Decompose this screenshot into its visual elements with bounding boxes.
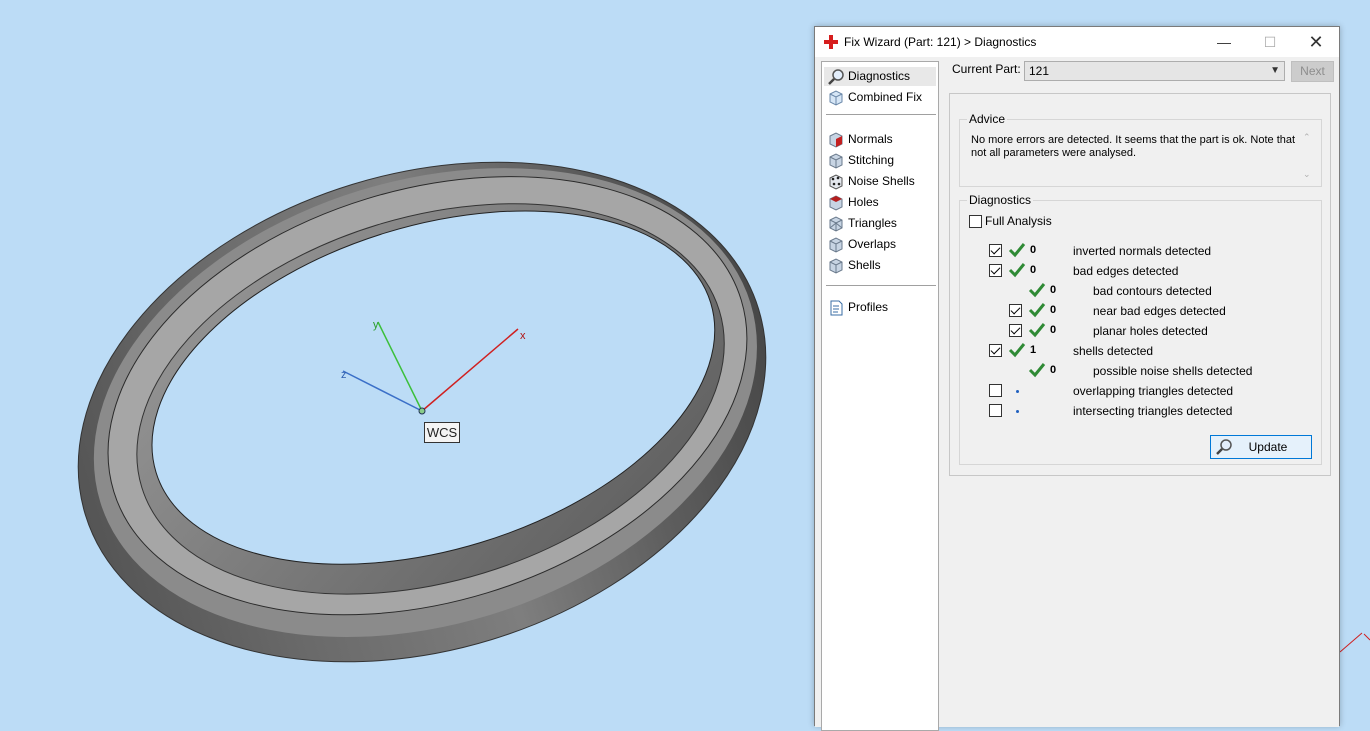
current-part-label: Current Part: <box>952 62 1021 76</box>
red-cross-icon <box>824 35 838 49</box>
pending-dot-icon <box>1016 410 1019 413</box>
pending-dot-icon <box>1016 390 1019 393</box>
cube-icon <box>829 90 843 106</box>
check-icon <box>1028 303 1046 318</box>
nav-item-diagnostics[interactable]: Diagnostics <box>824 67 936 86</box>
advice-title: Advice <box>967 112 1008 126</box>
row-label: overlapping triangles detected <box>1073 384 1234 398</box>
title-bar[interactable]: Fix Wizard (Part: 121) > Diagnostics — ☐… <box>815 27 1339 57</box>
y-axis-label: y <box>373 319 379 331</box>
scroll-down-icon[interactable]: ⌄ <box>1303 169 1311 180</box>
magnifier-icon <box>1216 439 1232 455</box>
row-label: bad edges detected <box>1073 264 1179 278</box>
row-label: shells detected <box>1073 344 1154 358</box>
nav-separator <box>826 285 936 286</box>
nav-label: Shells <box>848 258 881 272</box>
dialog-title: Fix Wizard (Part: 121) > Diagnostics <box>844 35 1037 49</box>
noise-shells-icon <box>829 174 843 190</box>
inverted-normals-checkbox[interactable] <box>989 244 1002 257</box>
nav-label: Holes <box>848 195 879 209</box>
minimize-button[interactable]: — <box>1201 27 1247 57</box>
row-label: near bad edges detected <box>1093 304 1226 318</box>
advice-text: No more errors are detected. It seems th… <box>971 134 1296 159</box>
diagnostics-group: Diagnostics Full Analysis 0 inverted nor… <box>959 193 1322 465</box>
close-button[interactable]: ✕ <box>1293 27 1339 57</box>
nav-label: Normals <box>848 132 893 146</box>
row-count: 0 <box>1030 244 1037 256</box>
full-analysis-label: Full Analysis <box>985 214 1052 228</box>
scroll-up-icon[interactable]: ⌃ <box>1303 132 1311 143</box>
shells-checkbox[interactable] <box>989 344 1002 357</box>
nav-item-triangles[interactable]: Triangles <box>824 214 936 233</box>
nav-label: Overlaps <box>848 237 897 251</box>
update-button[interactable]: Update <box>1210 435 1312 459</box>
row-label: intersecting triangles detected <box>1073 404 1233 418</box>
wcs-label: WCS <box>424 422 460 443</box>
current-part-select[interactable]: 121 ▼ <box>1024 61 1285 81</box>
magnifier-icon <box>828 69 844 85</box>
nav-label: Stitching <box>848 153 895 167</box>
nav-item-holes[interactable]: Holes <box>824 193 936 212</box>
row-label: bad contours detected <box>1093 284 1212 298</box>
full-analysis-checkbox[interactable] <box>969 215 982 228</box>
nav-item-stitching[interactable]: Stitching <box>824 151 936 170</box>
row-count: 0 <box>1030 264 1037 276</box>
fix-wizard-dialog: Fix Wizard (Part: 121) > Diagnostics — ☐… <box>814 26 1340 731</box>
advice-group: Advice No more errors are detected. It s… <box>959 112 1322 187</box>
intersecting-triangles-checkbox[interactable] <box>989 404 1002 417</box>
row-count: 0 <box>1050 324 1057 336</box>
holes-cube-icon <box>829 195 843 211</box>
planar-holes-checkbox[interactable] <box>1009 324 1022 337</box>
maximize-button[interactable]: ☐ <box>1247 27 1293 57</box>
check-icon <box>1008 263 1026 278</box>
row-count: 0 <box>1050 364 1057 376</box>
overlapping-triangles-checkbox[interactable] <box>989 384 1002 397</box>
update-label: Update <box>1248 440 1288 454</box>
diagnostics-title: Diagnostics <box>967 193 1034 207</box>
check-icon <box>1028 363 1046 378</box>
nav-item-combined-fix[interactable]: Combined Fix <box>824 88 936 107</box>
nav-label: Profiles <box>848 300 889 314</box>
bad-edges-checkbox[interactable] <box>989 264 1002 277</box>
row-count: 0 <box>1050 284 1057 296</box>
nav-label: Noise Shells <box>848 174 915 188</box>
nav-label: Triangles <box>848 216 897 230</box>
advice-scrollbar[interactable]: ⌃ ⌄ <box>1301 132 1315 180</box>
stitching-cube-icon <box>829 153 843 169</box>
wizard-nav: Diagnostics Combined Fix Normals Stitchi… <box>821 61 939 731</box>
check-icon <box>1008 243 1026 258</box>
nav-item-shells[interactable]: Shells <box>824 256 936 275</box>
row-count: 1 <box>1030 344 1037 356</box>
normals-cube-icon <box>829 132 843 148</box>
next-button[interactable]: Next <box>1291 61 1334 82</box>
check-icon <box>1028 323 1046 338</box>
dialog-body: Diagnostics Combined Fix Normals Stitchi… <box>815 57 1339 731</box>
nav-item-noise-shells[interactable]: Noise Shells <box>824 172 936 191</box>
document-icon <box>830 300 843 316</box>
nav-label: Combined Fix <box>848 90 923 104</box>
near-bad-edges-checkbox[interactable] <box>1009 304 1022 317</box>
shells-cube-icon <box>829 258 843 274</box>
check-icon <box>1008 343 1026 358</box>
row-count: 0 <box>1050 304 1057 316</box>
row-label: inverted normals detected <box>1073 244 1212 258</box>
nav-item-profiles[interactable]: Profiles <box>824 298 936 317</box>
diagnostics-panel: Advice No more errors are detected. It s… <box>949 93 1331 476</box>
check-icon <box>1028 283 1046 298</box>
nav-item-normals[interactable]: Normals <box>824 130 936 149</box>
row-label: possible noise shells detected <box>1093 364 1253 378</box>
nav-label: Diagnostics <box>848 69 911 83</box>
chevron-down-icon: ▼ <box>1270 65 1280 76</box>
current-part-value: 121 <box>1029 64 1050 78</box>
x-axis-label: x <box>520 330 526 342</box>
nav-separator <box>826 114 936 115</box>
nav-item-overlaps[interactable]: Overlaps <box>824 235 936 254</box>
overlaps-cube-icon <box>829 237 843 253</box>
z-axis-label: z <box>341 369 347 381</box>
triangles-cube-icon <box>829 216 843 232</box>
row-label: planar holes detected <box>1093 324 1208 338</box>
